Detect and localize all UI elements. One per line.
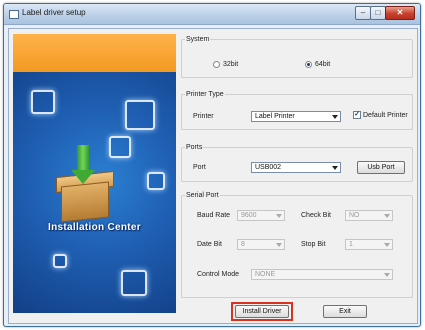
baud-rate-label: Baud Rate — [197, 212, 231, 219]
check-bit-value: NO — [349, 212, 360, 219]
exit-button[interactable]: Exit — [323, 305, 367, 318]
date-bit-label: Date Bit — [197, 241, 222, 248]
printer-label: Printer — [193, 113, 214, 120]
decorative-square-icon — [121, 270, 147, 296]
decorative-square-icon — [109, 136, 131, 158]
decorative-square-icon — [147, 172, 165, 190]
control-mode-value: NONE — [255, 271, 276, 278]
decorative-square-icon — [125, 100, 155, 130]
dialog-content: Installation Center System 32bit 64bit P… — [8, 28, 418, 324]
close-button[interactable]: ✕ — [385, 6, 415, 20]
port-select[interactable]: USB002 — [251, 162, 341, 173]
banner-caption: Installation Center — [48, 222, 141, 233]
control-mode-select[interactable]: NONE — [251, 269, 393, 280]
maximize-button[interactable]: □ — [370, 6, 386, 20]
system-legend: System — [186, 36, 210, 43]
chevron-down-icon — [384, 273, 390, 277]
window-title: Label driver setup — [22, 8, 86, 17]
chevron-down-icon — [332, 115, 338, 119]
chevron-down-icon — [384, 214, 390, 218]
title-bar[interactable]: Label driver setup – □ ✕ — [4, 4, 420, 25]
download-arrow-icon — [77, 145, 89, 173]
ports-legend: Ports — [186, 144, 203, 151]
check-bit-label: Check Bit — [301, 212, 331, 219]
default-printer-checkbox[interactable]: ✓ — [353, 111, 361, 119]
stop-bit-select[interactable]: 1 — [345, 239, 393, 250]
package-box-icon — [61, 181, 109, 223]
printer-select-value: Label Printer — [255, 113, 295, 120]
install-driver-button[interactable]: Install Driver — [235, 305, 289, 318]
settings-form: System 32bit 64bit Printer Type Printer … — [181, 34, 413, 321]
system-group: System — [181, 36, 413, 78]
decorative-square-icon — [53, 254, 67, 268]
baud-rate-select[interactable]: 9600 — [237, 210, 285, 221]
serial-port-legend: Serial Port — [186, 192, 219, 199]
check-bit-select[interactable]: NO — [345, 210, 393, 221]
control-mode-label: Control Mode — [197, 271, 240, 278]
decorative-square-icon — [31, 90, 55, 114]
printer-type-legend: Printer Type — [186, 91, 224, 98]
chevron-down-icon — [276, 243, 282, 247]
minimize-button[interactable]: – — [355, 6, 371, 20]
stop-bit-label: Stop Bit — [301, 241, 326, 248]
port-label: Port — [193, 164, 206, 171]
chevron-down-icon — [332, 166, 338, 170]
printer-select[interactable]: Label Printer — [251, 111, 341, 122]
banner-orange-strip — [13, 34, 176, 72]
default-printer-label[interactable]: Default Printer — [363, 112, 408, 119]
usb-port-button[interactable]: Usb Port — [357, 161, 405, 174]
port-select-value: USB002 — [255, 164, 282, 171]
download-arrow-head — [71, 170, 95, 184]
radio-32bit-label[interactable]: 32bit — [223, 61, 238, 68]
setup-window: Label driver setup – □ ✕ Installation Ce… — [3, 3, 421, 327]
radio-64bit-label[interactable]: 64bit — [315, 61, 330, 68]
app-icon — [9, 10, 19, 19]
radio-32bit[interactable] — [213, 61, 220, 68]
chevron-down-icon — [276, 214, 282, 218]
chevron-down-icon — [384, 243, 390, 247]
installation-banner: Installation Center — [13, 34, 176, 313]
date-bit-value: 8 — [241, 241, 245, 248]
baud-rate-value: 9600 — [241, 212, 257, 219]
stop-bit-value: 1 — [349, 241, 353, 248]
radio-64bit[interactable] — [305, 61, 312, 68]
date-bit-select[interactable]: 8 — [237, 239, 285, 250]
